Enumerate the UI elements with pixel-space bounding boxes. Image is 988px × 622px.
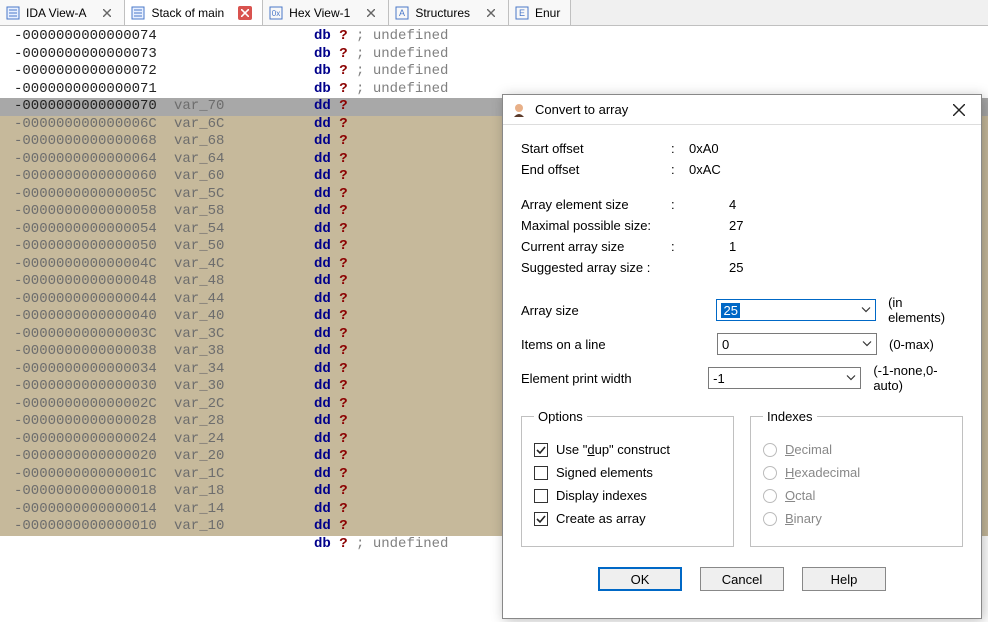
- max-size-label: Maximal possible size:: [521, 218, 671, 233]
- display-indexes-checkbox[interactable]: Display indexes: [534, 488, 721, 503]
- tab-label: Hex View-1: [289, 6, 350, 20]
- disasm-icon: [6, 6, 20, 20]
- close-icon[interactable]: [238, 6, 252, 20]
- array-size-input[interactable]: 25: [716, 299, 876, 321]
- suggested-size-label: Suggested array size :: [521, 260, 671, 275]
- element-print-width-label: Element print width: [521, 371, 708, 386]
- close-icon[interactable]: [364, 6, 378, 20]
- hex-icon: 0x: [269, 6, 283, 20]
- close-button[interactable]: [945, 98, 973, 122]
- options-group: Options Use "dup" construct Signed eleme…: [521, 409, 734, 547]
- element-print-width-input[interactable]: -1: [708, 367, 861, 389]
- tab-structures[interactable]: A Structures: [389, 0, 509, 25]
- chevron-down-icon[interactable]: [846, 371, 856, 386]
- items-on-line-input[interactable]: 0: [717, 333, 877, 355]
- indexes-group: Indexes Decimal Hexadecimal Octal Binary: [750, 409, 963, 547]
- cancel-button[interactable]: Cancel: [700, 567, 784, 591]
- stack-line[interactable]: -0000000000000073db ? ; undefined: [0, 46, 988, 64]
- current-size-label: Current array size: [521, 239, 671, 254]
- close-icon[interactable]: [484, 6, 498, 20]
- element-size-value: 4: [729, 197, 736, 212]
- tab-hex-view[interactable]: 0x Hex View-1: [263, 0, 389, 25]
- hexadecimal-radio: Hexadecimal: [763, 465, 950, 480]
- create-as-array-checkbox[interactable]: Create as array: [534, 511, 721, 526]
- element-size-label: Array element size: [521, 197, 671, 212]
- tab-bar: IDA View-A Stack of main 0x Hex View-1 A…: [0, 0, 988, 26]
- tab-stack-of-main[interactable]: Stack of main: [125, 0, 263, 25]
- app-icon: [511, 102, 527, 118]
- enum-icon: E: [515, 6, 529, 20]
- end-offset-value: 0xAC: [689, 162, 721, 177]
- suggested-size-value: 25: [729, 260, 743, 275]
- tab-label: Enur: [535, 6, 560, 20]
- stack-line[interactable]: -0000000000000074db ? ; undefined: [0, 28, 988, 46]
- signed-elements-checkbox[interactable]: Signed elements: [534, 465, 721, 480]
- use-dup-checkbox[interactable]: Use "dup" construct: [534, 442, 721, 457]
- array-size-suffix: (in elements): [888, 295, 963, 325]
- decimal-radio: Decimal: [763, 442, 950, 457]
- max-size-value: 27: [729, 218, 743, 233]
- dialog-titlebar[interactable]: Convert to array: [503, 95, 981, 125]
- tab-label: Structures: [415, 6, 470, 20]
- svg-text:A: A: [399, 8, 405, 18]
- svg-text:E: E: [519, 8, 525, 18]
- disasm-icon: [131, 6, 145, 20]
- current-size-value: 1: [729, 239, 736, 254]
- tab-label: IDA View-A: [26, 6, 86, 20]
- tab-ida-view[interactable]: IDA View-A: [0, 0, 125, 25]
- dialog-title: Convert to array: [535, 102, 945, 117]
- items-on-line-suffix: (0-max): [889, 337, 934, 352]
- tab-label: Stack of main: [151, 6, 224, 20]
- tab-enums[interactable]: E Enur: [509, 0, 571, 25]
- ok-button[interactable]: OK: [598, 567, 682, 591]
- options-legend: Options: [534, 409, 587, 424]
- indexes-legend: Indexes: [763, 409, 817, 424]
- chevron-down-icon[interactable]: [862, 337, 872, 352]
- svg-text:0x: 0x: [272, 9, 280, 18]
- octal-radio: Octal: [763, 488, 950, 503]
- end-offset-label: End offset: [521, 162, 671, 177]
- chevron-down-icon[interactable]: [861, 303, 871, 318]
- close-icon[interactable]: [100, 6, 114, 20]
- start-offset-value: 0xA0: [689, 141, 719, 156]
- items-on-line-label: Items on a line: [521, 337, 717, 352]
- convert-to-array-dialog: Convert to array Start offset:0xA0 End o…: [502, 94, 982, 619]
- stack-line[interactable]: -0000000000000072db ? ; undefined: [0, 63, 988, 81]
- help-button[interactable]: Help: [802, 567, 886, 591]
- struct-icon: A: [395, 6, 409, 20]
- start-offset-label: Start offset: [521, 141, 671, 156]
- array-size-label: Array size: [521, 303, 716, 318]
- element-print-width-suffix: (-1-none,0-auto): [873, 363, 963, 393]
- binary-radio: Binary: [763, 511, 950, 526]
